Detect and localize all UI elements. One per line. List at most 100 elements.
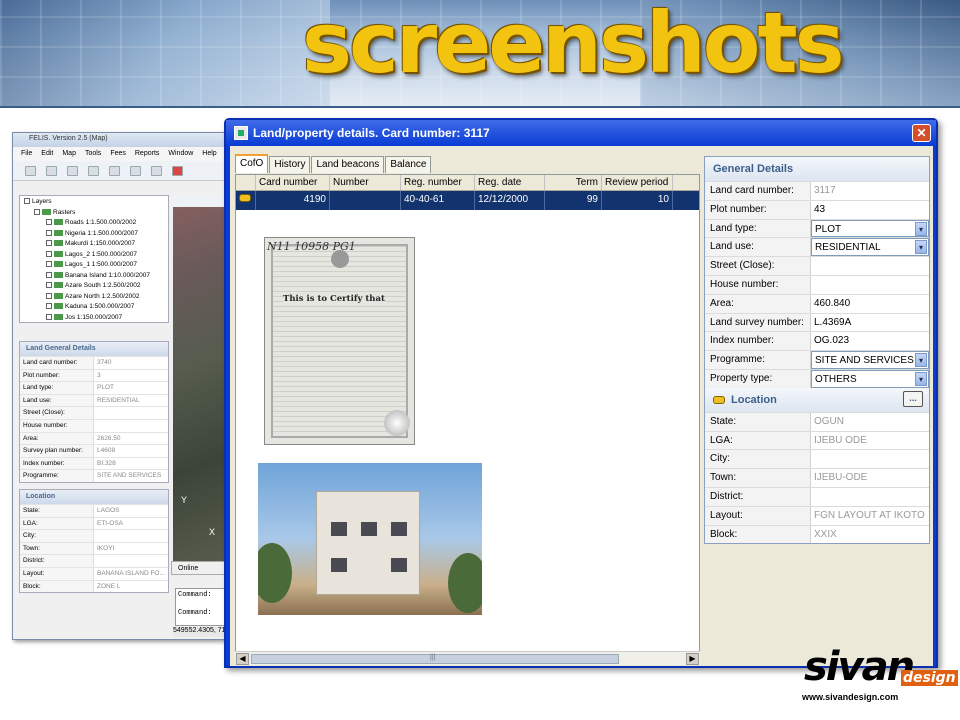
bg-detail-value[interactable]: 2626.50 bbox=[94, 433, 168, 445]
menu-item-edit[interactable]: Edit bbox=[41, 150, 53, 158]
detail-value[interactable]: PLOT ▾ bbox=[811, 219, 929, 238]
layer-item[interactable]: Layers bbox=[24, 198, 164, 209]
layer-checkbox[interactable] bbox=[46, 271, 52, 278]
grid-cell[interactable] bbox=[236, 191, 256, 210]
layer-checkbox[interactable] bbox=[46, 282, 52, 289]
detail-value[interactable]: IJEBU ODE bbox=[811, 432, 929, 450]
detail-value[interactable]: SITE AND SERVICES ▾ bbox=[811, 351, 929, 369]
layer-checkbox[interactable] bbox=[34, 208, 40, 215]
layer-checkbox[interactable] bbox=[46, 303, 52, 310]
tab-land-beacons[interactable]: Land beacons bbox=[311, 156, 385, 173]
grid-col-header[interactable]: Review period bbox=[602, 175, 673, 190]
detail-value[interactable]: 43 bbox=[811, 201, 929, 219]
layer-item[interactable]: Kaduna 1:500.000/2007 bbox=[24, 303, 164, 314]
layer-item[interactable]: Banana Island 1:10.000/2007 bbox=[24, 272, 164, 283]
layer-item[interactable]: Roads 1:1.500.000/2002 bbox=[24, 219, 164, 230]
close-button[interactable]: ✕ bbox=[912, 124, 931, 142]
scroll-right-icon[interactable]: ▶ bbox=[686, 653, 699, 665]
tab-history[interactable]: History bbox=[269, 156, 311, 173]
open-icon[interactable] bbox=[46, 165, 57, 176]
detail-value[interactable]: IJEBU-ODE bbox=[811, 469, 929, 487]
detail-value[interactable] bbox=[811, 257, 929, 275]
print-icon[interactable] bbox=[67, 165, 78, 176]
detail-value[interactable]: FGN LAYOUT AT IKOTO bbox=[811, 507, 929, 525]
grid-col-header[interactable]: Number bbox=[330, 175, 401, 190]
command-console[interactable]: Command: Command: bbox=[175, 588, 231, 626]
cut-icon[interactable] bbox=[88, 165, 99, 176]
grid-col-header[interactable]: Reg. number bbox=[401, 175, 475, 190]
menu-item-window[interactable]: Window bbox=[168, 150, 193, 158]
detail-value[interactable]: OTHERS ▾ bbox=[811, 369, 929, 388]
grid-cell[interactable]: 12/12/2000 bbox=[475, 191, 545, 210]
bg-detail-value[interactable]: ETI-OSA bbox=[94, 518, 168, 530]
bg-detail-value[interactable]: SITE AND SERVICES bbox=[94, 470, 168, 482]
grid-cell[interactable]: 4190 bbox=[256, 191, 330, 210]
layer-item[interactable]: Jos 1:150.000/2007 bbox=[24, 314, 164, 325]
chevron-down-icon[interactable]: ▾ bbox=[915, 240, 927, 255]
detail-value[interactable]: OGUN bbox=[811, 413, 929, 431]
bg-detail-value[interactable]: RESIDENTIAL bbox=[94, 395, 168, 407]
grid-cell[interactable]: 99 bbox=[545, 191, 602, 210]
grid-col-header[interactable]: Card number bbox=[256, 175, 330, 190]
new-icon[interactable] bbox=[25, 165, 36, 176]
bg-detail-value[interactable] bbox=[94, 530, 168, 542]
grid-col-header[interactable]: Term bbox=[545, 175, 602, 190]
layer-checkbox[interactable] bbox=[46, 229, 52, 236]
menu-item-help[interactable]: Help bbox=[202, 150, 216, 158]
dialog-titlebar[interactable]: Land/property details. Card number: 3117 bbox=[226, 120, 936, 146]
layer-checkbox[interactable] bbox=[46, 292, 52, 299]
bg-detail-value[interactable]: LAGOS bbox=[94, 505, 168, 517]
properties-icon[interactable] bbox=[130, 165, 141, 176]
layer-checkbox[interactable] bbox=[46, 240, 52, 247]
bg-detail-value[interactable] bbox=[94, 555, 168, 567]
layer-item[interactable]: Rasters bbox=[24, 209, 164, 220]
horizontal-scrollbar[interactable]: ◀ ||| ▶ bbox=[235, 651, 700, 665]
grid-col-header[interactable]: Reg. date bbox=[475, 175, 545, 190]
layer-checkbox[interactable] bbox=[46, 250, 52, 257]
detail-value[interactable] bbox=[811, 276, 929, 294]
layer-checkbox[interactable] bbox=[46, 219, 52, 226]
layer-item[interactable]: Azare North 1:2.500/2002 bbox=[24, 293, 164, 304]
tab-cofo[interactable]: CofO bbox=[235, 154, 269, 173]
menu-item-map[interactable]: Map bbox=[62, 150, 76, 158]
menu-item-reports[interactable]: Reports bbox=[135, 150, 160, 158]
delete-icon[interactable] bbox=[151, 165, 162, 176]
detail-value[interactable]: OG.023 bbox=[811, 332, 929, 350]
menu-item-fees[interactable]: Fees bbox=[110, 150, 126, 158]
layer-checkbox[interactable] bbox=[24, 198, 30, 205]
layer-item[interactable]: Nigeria 1:1.500.000/2007 bbox=[24, 230, 164, 241]
grid-col-header[interactable] bbox=[236, 175, 256, 190]
close-icon[interactable] bbox=[172, 165, 183, 176]
layer-item[interactable]: Azare South 1:2.500/2002 bbox=[24, 282, 164, 293]
bg-detail-value[interactable] bbox=[94, 420, 168, 432]
menu-item-file[interactable]: File bbox=[21, 150, 32, 158]
bg-detail-value[interactable]: L4608 bbox=[94, 445, 168, 457]
save-icon[interactable] bbox=[109, 165, 120, 176]
detail-value[interactable]: 3117 bbox=[811, 182, 929, 200]
detail-value[interactable]: RESIDENTIAL ▾ bbox=[811, 238, 929, 257]
scroll-left-icon[interactable]: ◀ bbox=[236, 653, 249, 665]
scroll-thumb[interactable]: ||| bbox=[251, 654, 619, 664]
layer-checkbox[interactable] bbox=[46, 313, 52, 320]
layer-checkbox[interactable] bbox=[46, 261, 52, 268]
chevron-down-icon[interactable]: ▾ bbox=[915, 221, 927, 236]
tab-balance[interactable]: Balance bbox=[385, 156, 432, 173]
bg-detail-value[interactable]: BI.328 bbox=[94, 458, 168, 470]
grid-row-selected[interactable]: 4190 40-40-61 12/12/2000 99 10 bbox=[236, 191, 699, 210]
grid-cell[interactable]: 40-40-61 bbox=[401, 191, 475, 210]
location-browse-button[interactable]: ... bbox=[903, 390, 923, 407]
detail-value[interactable]: L.4369A bbox=[811, 314, 929, 332]
detail-value[interactable] bbox=[811, 450, 929, 468]
bg-detail-value[interactable]: ZONE L bbox=[94, 581, 168, 593]
layer-item[interactable]: Makurdi 1:150.000/2007 bbox=[24, 240, 164, 251]
detail-value[interactable] bbox=[811, 488, 929, 506]
chevron-down-icon[interactable]: ▾ bbox=[915, 371, 927, 386]
bg-detail-value[interactable] bbox=[94, 407, 168, 419]
detail-value[interactable]: XXIX bbox=[811, 526, 929, 544]
bg-detail-value[interactable]: 3740 bbox=[94, 357, 168, 369]
layer-item[interactable]: Lagos_2 1:500.000/2007 bbox=[24, 251, 164, 262]
bg-detail-value[interactable]: BANANA ISLAND FO... bbox=[94, 568, 168, 580]
chevron-down-icon[interactable]: ▾ bbox=[915, 353, 927, 368]
detail-value[interactable]: 460.840 bbox=[811, 295, 929, 313]
layers-tree[interactable]: Layers Rasters Roads 1:1.500.000/2002 Niger… bbox=[19, 195, 169, 323]
